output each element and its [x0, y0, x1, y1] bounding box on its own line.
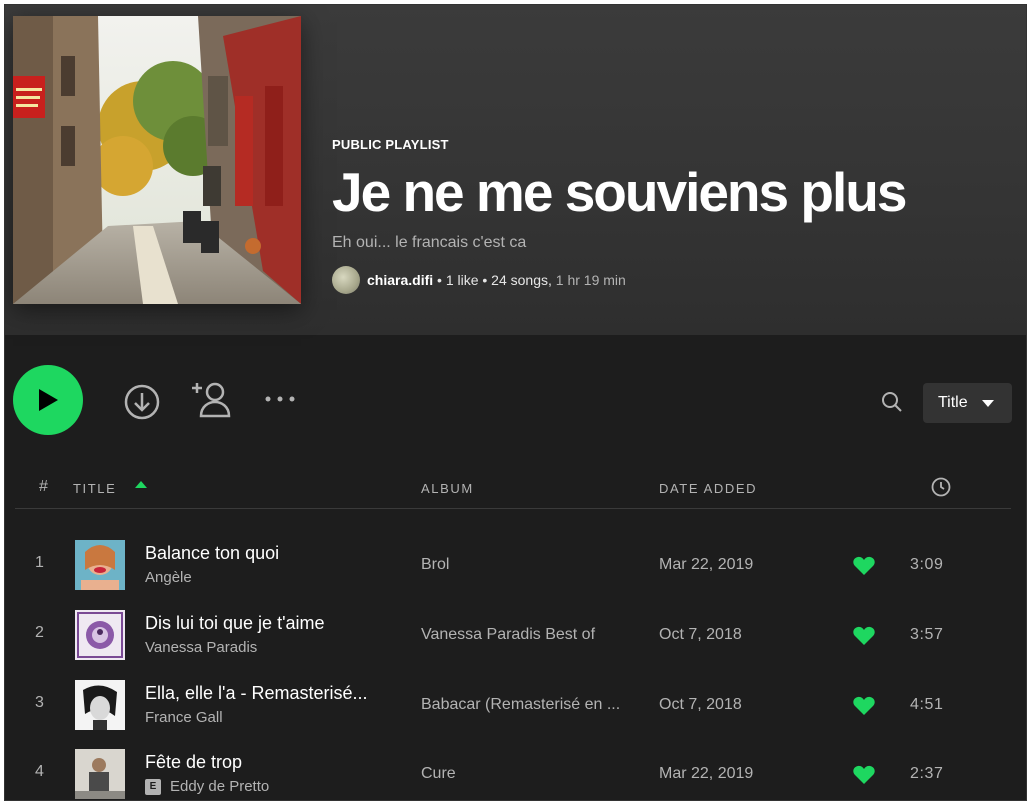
- heart-icon[interactable]: [853, 765, 875, 785]
- playlist-info: PUBLIC PLAYLIST Je ne me souviens plus E…: [332, 137, 1012, 294]
- playlist-meta: chiara.difi • 1 like • 24 songs, 1 hr 19…: [332, 266, 1012, 294]
- more-options-button[interactable]: [263, 387, 299, 411]
- track-thumbnail: [75, 540, 125, 590]
- track-artist[interactable]: Vanessa Paradis: [145, 639, 257, 656]
- track-date-added: Oct 7, 2018: [659, 696, 742, 713]
- playlist-stats: • 1 like • 24 songs,: [433, 272, 556, 288]
- track-album[interactable]: Brol: [421, 556, 449, 574]
- track-artist[interactable]: Angèle: [145, 569, 192, 586]
- track-number: 3: [35, 694, 44, 711]
- owner-name-link[interactable]: chiara.difi: [367, 272, 433, 288]
- track-row[interactable]: 4 Fête de trop E Eddy de Pretto Cure Mar…: [15, 743, 1011, 800]
- playlist-type-label: PUBLIC PLAYLIST: [332, 137, 449, 152]
- track-date-added: Oct 7, 2018: [659, 626, 742, 643]
- search-in-playlist-button[interactable]: [881, 391, 903, 413]
- track-row[interactable]: 3 Ella, elle l'a - Remasterisé... France…: [15, 674, 1011, 734]
- track-duration: 2:37: [910, 765, 944, 782]
- playlist-page: PUBLIC PLAYLIST Je ne me souviens plus E…: [4, 4, 1027, 801]
- heart-icon[interactable]: [853, 556, 875, 576]
- tracklist-header: # TITLE ALBUM DATE ADDED: [15, 463, 1011, 509]
- track-duration: 3:09: [910, 556, 944, 573]
- playlist-description: Eh oui... le francais c'est ca: [332, 234, 527, 251]
- track-date-added: Mar 22, 2019: [659, 556, 754, 573]
- heart-icon[interactable]: [853, 626, 875, 646]
- artist-name[interactable]: Eddy de Pretto: [170, 778, 269, 795]
- track-duration: 3:57: [910, 626, 944, 643]
- playlist-cover-image: [13, 16, 301, 304]
- track-album[interactable]: Cure: [421, 765, 456, 783]
- owner-avatar[interactable]: [332, 266, 360, 294]
- track-number: 4: [35, 763, 44, 780]
- explicit-badge: E: [145, 778, 161, 795]
- artist-name[interactable]: Angèle: [145, 569, 192, 586]
- download-icon: [124, 384, 160, 420]
- action-bar: Title: [5, 335, 1026, 463]
- column-date-added-header[interactable]: DATE ADDED: [659, 481, 757, 496]
- column-title-header[interactable]: TITLE: [73, 481, 116, 496]
- add-user-icon: [192, 382, 231, 418]
- track-album[interactable]: Babacar (Remasterisé en ...: [421, 696, 620, 714]
- track-date-added: Mar 22, 2019: [659, 765, 754, 782]
- track-thumbnail: [75, 749, 125, 799]
- play-button[interactable]: [13, 365, 83, 435]
- clock-icon: [931, 477, 951, 497]
- playlist-duration: 1 hr 19 min: [555, 272, 626, 288]
- track-thumbnail: [75, 610, 125, 660]
- track-album[interactable]: Vanessa Paradis Best of: [421, 626, 595, 644]
- track-number: 1: [35, 554, 44, 571]
- track-title[interactable]: Fête de trop: [145, 752, 242, 773]
- sort-dropdown[interactable]: Title: [923, 383, 1012, 423]
- track-title[interactable]: Balance ton quoi: [145, 543, 279, 564]
- track-title[interactable]: Ella, elle l'a - Remasterisé...: [145, 683, 368, 704]
- search-icon: [882, 392, 902, 412]
- track-row[interactable]: 2 Dis lui toi que je t'aime Vanessa Para…: [15, 604, 1011, 664]
- column-album-header[interactable]: ALBUM: [421, 481, 474, 496]
- track-artist[interactable]: France Gall: [145, 709, 223, 726]
- sort-ascending-icon: [135, 481, 147, 488]
- track-title[interactable]: Dis lui toi que je t'aime: [145, 613, 325, 634]
- track-artist[interactable]: E Eddy de Pretto: [145, 778, 269, 795]
- track-row[interactable]: 1 Balance ton quoi Angèle Brol Mar 22, 2…: [15, 534, 1011, 594]
- track-number: 2: [35, 624, 44, 641]
- download-button[interactable]: [123, 383, 161, 421]
- track-thumbnail: [75, 680, 125, 730]
- artist-name[interactable]: Vanessa Paradis: [145, 639, 257, 656]
- playlist-header: PUBLIC PLAYLIST Je ne me souviens plus E…: [5, 5, 1026, 335]
- heart-icon[interactable]: [853, 696, 875, 716]
- add-user-button[interactable]: [191, 379, 235, 419]
- track-duration: 4:51: [910, 696, 944, 713]
- artist-name[interactable]: France Gall: [145, 709, 223, 726]
- sort-dropdown-label: Title: [938, 394, 968, 411]
- play-icon: [39, 389, 58, 411]
- chevron-down-icon: [981, 399, 994, 407]
- column-number-header: #: [39, 478, 50, 495]
- playlist-title: Je ne me souviens plus: [332, 161, 907, 223]
- more-icon: [265, 396, 295, 402]
